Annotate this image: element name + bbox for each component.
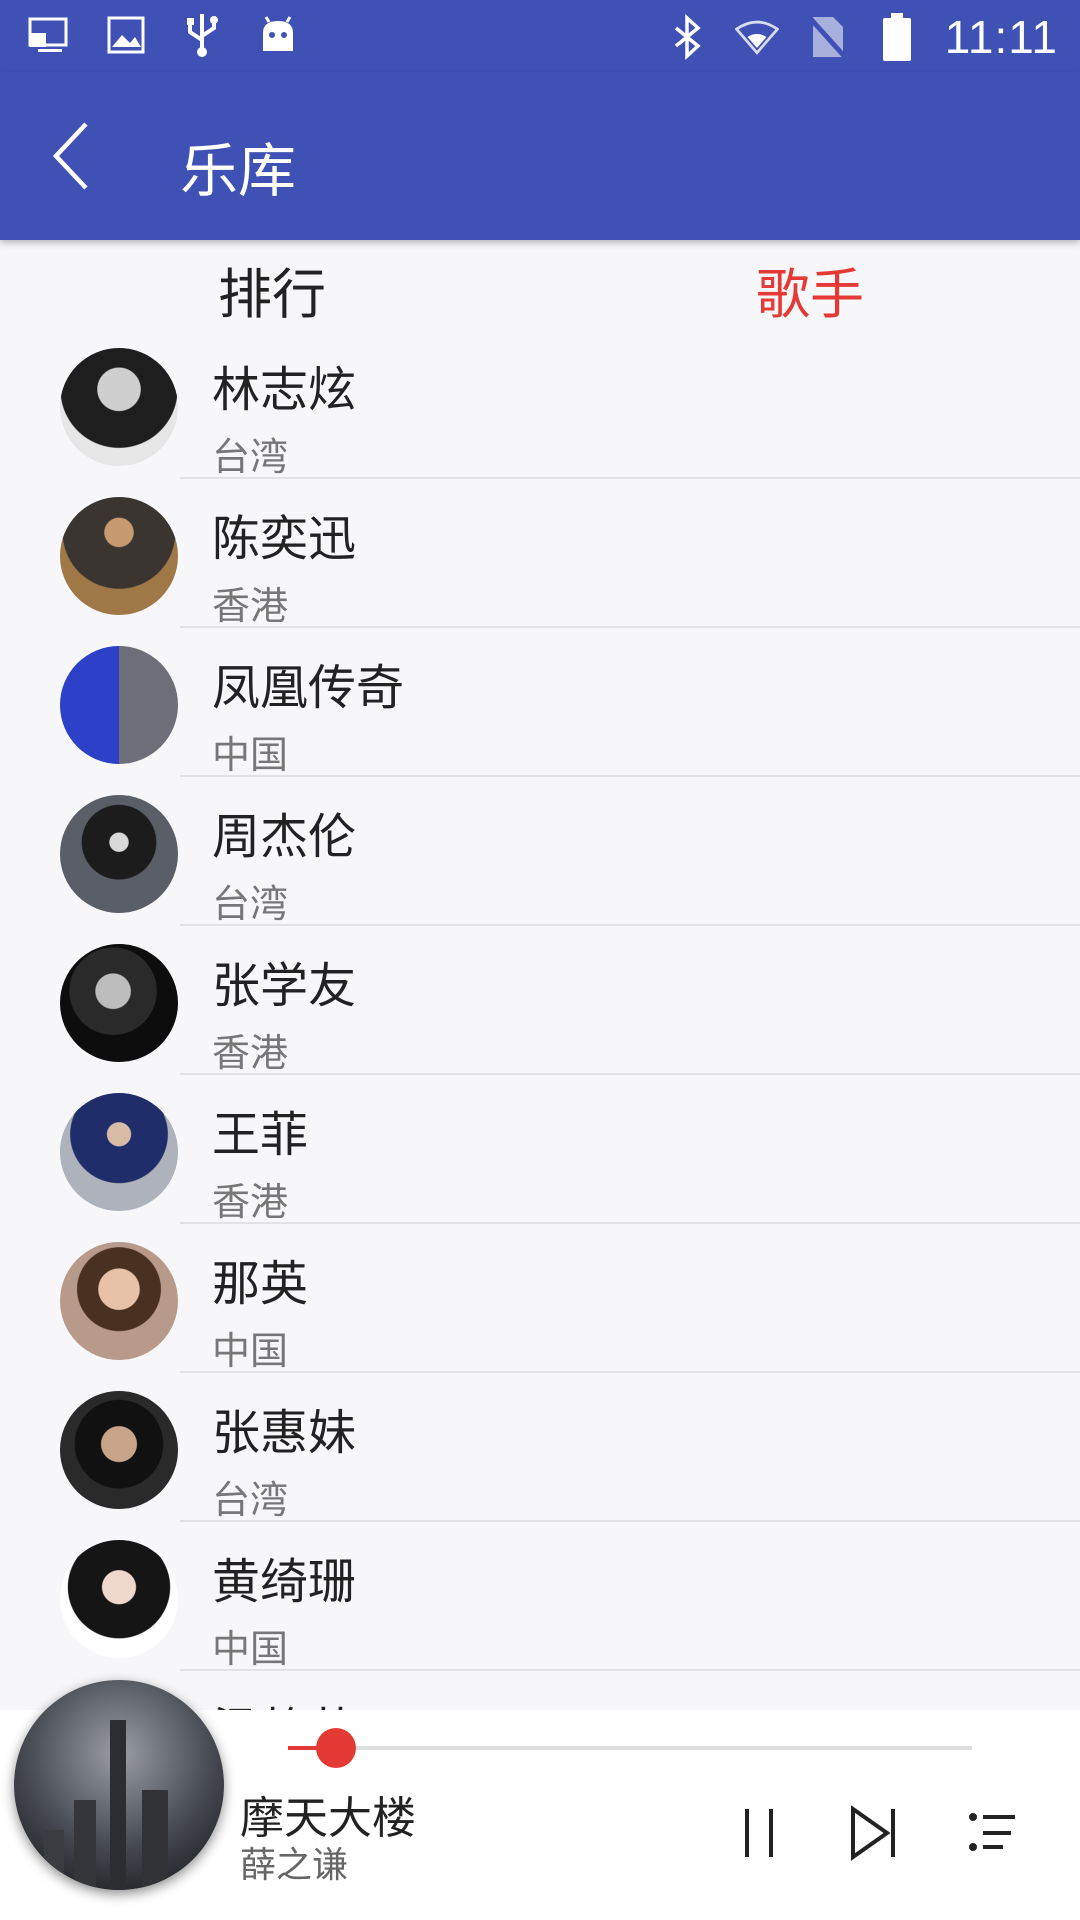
artist-list: 林志炫 台湾 陈奕迅 香港 凤凰传奇 中国 周杰伦 台湾 张学友 香港 王菲 香…	[0, 330, 1080, 1710]
artist-name: 张学友	[212, 958, 357, 1014]
wifi-icon	[734, 12, 779, 62]
tab-singer[interactable]: 歌手	[756, 250, 864, 329]
avatar	[60, 1540, 178, 1658]
usb-icon	[180, 10, 224, 60]
list-item[interactable]: 凤凰传奇 中国	[0, 628, 1080, 777]
image-icon	[104, 10, 148, 60]
artist-name: 张惠妹	[212, 1405, 357, 1461]
album-art[interactable]	[14, 1680, 224, 1890]
artist-name: 林志炫	[212, 362, 357, 418]
artist-region: 香港	[212, 584, 289, 628]
bluetooth-icon	[665, 12, 709, 62]
list-item[interactable]: 周杰伦 台湾	[0, 777, 1080, 926]
artist-region: 台湾	[212, 1478, 289, 1522]
artist-name: 黄绮珊	[212, 1554, 357, 1610]
song-artist: 薛之谦	[240, 1845, 349, 1886]
pause-icon	[745, 1809, 773, 1857]
artist-name: 周杰伦	[212, 809, 357, 865]
skip-next-icon	[851, 1805, 895, 1861]
screen-cast-icon	[28, 10, 72, 60]
artist-region: 香港	[212, 1180, 289, 1224]
artist-name: 梁静茹	[212, 1691, 356, 1710]
progress-track[interactable]	[288, 1746, 972, 1750]
playlist-button[interactable]	[958, 1798, 1028, 1868]
tab-bar: 排行 歌手	[0, 240, 1080, 330]
artist-region: 中国	[212, 733, 289, 777]
artist-region: 中国	[212, 1627, 289, 1671]
mini-player: 摩天大楼 薛之谦	[0, 1680, 1080, 1920]
list-item[interactable]: 陈奕迅 香港	[0, 479, 1080, 628]
list-item[interactable]: 那英 中国	[0, 1224, 1080, 1373]
artist-region: 香港	[212, 1031, 289, 1075]
avatar	[60, 646, 178, 764]
avatar	[60, 944, 178, 1062]
playlist-icon	[969, 1813, 1015, 1851]
chevron-left-icon	[52, 122, 88, 190]
back-button[interactable]	[46, 116, 126, 196]
list-item[interactable]: 张惠妹 台湾	[0, 1373, 1080, 1522]
status-time: 11:11	[944, 11, 1058, 63]
android-icon	[256, 10, 300, 60]
artist-region: 中国	[212, 1329, 289, 1373]
list-item[interactable]: 张学友 香港	[0, 926, 1080, 1075]
app-bar: 乐库	[0, 72, 1080, 240]
list-item[interactable]: 黄绮珊 中国	[0, 1522, 1080, 1671]
list-item[interactable]: 林志炫 台湾	[0, 330, 1080, 479]
artist-region: 台湾	[212, 882, 289, 926]
avatar	[60, 348, 178, 466]
artist-region: 台湾	[212, 435, 289, 479]
artist-name: 凤凰传奇	[212, 660, 405, 716]
no-sim-icon	[805, 12, 849, 62]
artist-name: 陈奕迅	[212, 511, 357, 567]
status-bar: 11:11	[0, 0, 1080, 72]
tab-ranking[interactable]: 排行	[218, 250, 326, 329]
pause-button[interactable]	[724, 1798, 794, 1868]
page-title: 乐库	[180, 137, 297, 205]
artist-name: 那英	[212, 1256, 309, 1312]
battery-icon	[875, 12, 919, 62]
avatar	[60, 497, 178, 615]
skip-next-button[interactable]	[840, 1798, 910, 1868]
artist-name: 王菲	[212, 1107, 309, 1163]
avatar	[60, 795, 178, 913]
list-item[interactable]: 王菲 香港	[0, 1075, 1080, 1224]
avatar	[60, 1391, 178, 1509]
progress-thumb[interactable]	[316, 1728, 356, 1768]
avatar	[60, 1242, 178, 1360]
avatar	[60, 1093, 178, 1211]
